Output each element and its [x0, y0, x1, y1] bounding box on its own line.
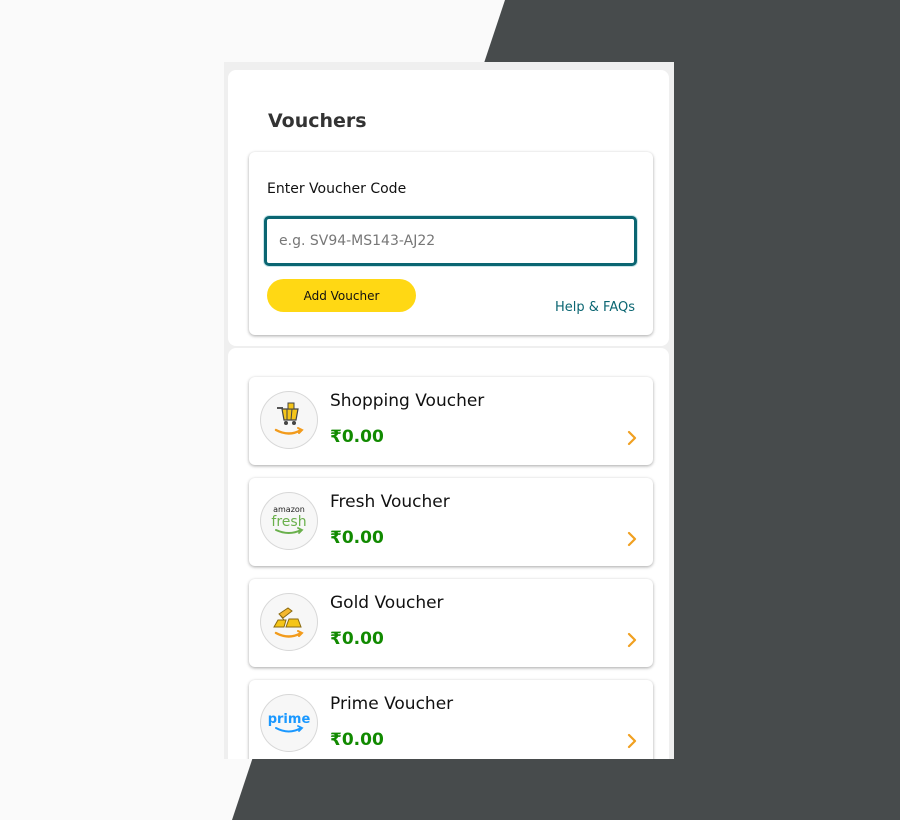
voucher-code-card: Enter Voucher Code Add Voucher Help & FA… [249, 152, 653, 335]
gold-bar-icon [261, 594, 317, 650]
add-voucher-button[interactable]: Add Voucher [267, 279, 416, 312]
voucher-name: Gold Voucher [330, 593, 444, 613]
amazon-fresh-logo: amazon fresh [261, 493, 317, 549]
voucher-name: Prime Voucher [330, 694, 454, 714]
voucher-item-prime[interactable]: prime Prime Voucher ₹0.00 [249, 680, 653, 759]
voucher-balance: ₹0.00 [330, 427, 384, 447]
page-title: Vouchers [268, 110, 367, 132]
voucher-item-shopping[interactable]: Shopping Voucher ₹0.00 [249, 377, 653, 465]
voucher-balance: ₹0.00 [330, 730, 384, 750]
chevron-right-icon [625, 530, 639, 548]
phone-screen: Vouchers Enter Voucher Code Add Voucher … [224, 62, 674, 759]
voucher-item-gold[interactable]: Gold Voucher ₹0.00 [249, 579, 653, 667]
voucher-list-panel: Shopping Voucher ₹0.00 amazon fresh Fres… [228, 348, 669, 759]
amazon-prime-logo: prime [261, 695, 317, 751]
chevron-right-icon [625, 429, 639, 447]
voucher-code-label: Enter Voucher Code [267, 181, 407, 197]
voucher-entry-panel: Vouchers Enter Voucher Code Add Voucher … [228, 70, 669, 346]
voucher-name: Fresh Voucher [330, 492, 450, 512]
chevron-right-icon [625, 631, 639, 649]
shopping-cart-icon [261, 392, 317, 448]
voucher-name: Shopping Voucher [330, 391, 485, 411]
voucher-balance: ₹0.00 [330, 528, 384, 548]
voucher-balance: ₹0.00 [330, 629, 384, 649]
chevron-right-icon [625, 732, 639, 750]
fresh-logo-small-text: amazon [273, 505, 305, 514]
fresh-logo-big-text: fresh [271, 514, 306, 530]
voucher-item-fresh[interactable]: amazon fresh Fresh Voucher ₹0.00 [249, 478, 653, 566]
help-faqs-link[interactable]: Help & FAQs [555, 300, 635, 315]
prime-logo-text: prime [268, 712, 311, 727]
voucher-code-input[interactable] [264, 216, 637, 266]
